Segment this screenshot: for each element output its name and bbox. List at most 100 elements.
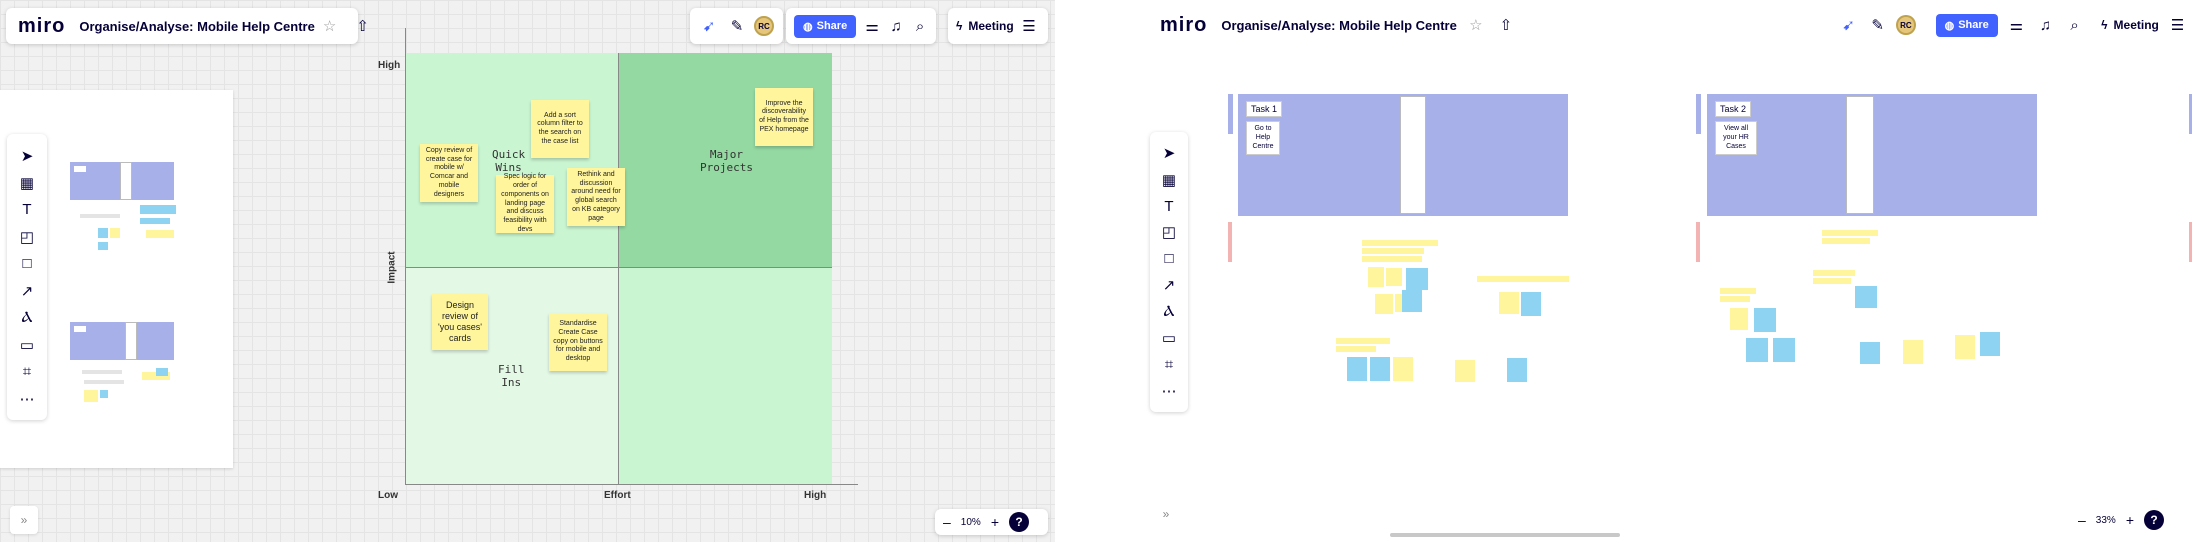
select-icon[interactable]: ➤ [13,142,41,169]
arrow-icon[interactable]: ↗ [13,277,41,304]
search-icon[interactable]: ⌕ [912,15,928,37]
sticky-note[interactable] [1406,268,1428,290]
sticky-note-icon[interactable]: ◰ [13,223,41,250]
sticky-note[interactable] [1507,358,1527,382]
avatar[interactable]: RC [1896,15,1916,35]
pen-icon[interactable]: Ⲁ [13,304,41,331]
sticky-note[interactable] [1368,267,1384,287]
sticky-note[interactable]: Improve the discoverability of Help from… [755,88,813,146]
notifications-icon[interactable]: ♫ [2035,14,2056,36]
board-title[interactable]: Organise/Analyse: Mobile Help Centre [79,19,315,34]
sticky-note[interactable] [1375,294,1393,314]
task-note[interactable]: Go to Help Centre [1246,121,1280,156]
star-icon[interactable]: ☆ [323,15,336,37]
row-marker [1228,94,1233,134]
sticky-note[interactable] [1730,308,1748,330]
sticky-note[interactable] [1746,338,1768,362]
arrow-icon[interactable]: ↗ [1155,272,1183,298]
select-icon[interactable]: ➤ [1155,140,1183,166]
zoom-out-button[interactable]: – [2078,512,2086,528]
expand-panel-button[interactable]: » [10,506,38,534]
sticky-note[interactable]: Design review of 'you cases' cards [432,294,488,350]
observation-highlight [1822,238,1870,244]
sticky-note-icon[interactable]: ◰ [1155,219,1183,245]
miro-logo[interactable]: miro [18,15,65,38]
board-title[interactable]: Organise/Analyse: Mobile Help Centre [1221,18,1457,33]
sticky-note[interactable] [1521,292,1541,316]
meeting-button[interactable]: ϟ Meeting [956,19,1014,33]
help-button[interactable]: ? [2144,510,2164,530]
sticky-note[interactable] [1754,308,1776,332]
text-icon[interactable]: T [1155,193,1183,219]
sticky-note[interactable]: Add a sort column filter to the search o… [531,100,589,158]
task-label[interactable]: Task 1 [1246,101,1283,117]
notes-icon[interactable]: ☰ [2167,14,2188,36]
comment-icon[interactable]: ▭ [13,331,41,358]
sticky-note[interactable]: Standardise Create Case copy on buttons … [549,313,607,371]
creation-toolbar: ➤ ▦ T ◰ □ ↗ Ⲁ ▭ ⌗ ⋯ [7,134,47,420]
task-note[interactable]: View all your HR Cases [1715,121,1757,156]
notifications-icon[interactable]: ♫ [888,15,904,37]
meeting-button[interactable]: ϟ Meeting [2101,18,2159,32]
sticky-note[interactable] [1773,338,1795,362]
observation-highlight [1336,346,1376,352]
zoom-in-button[interactable]: + [2126,512,2134,528]
mini-sticky [110,228,120,238]
text-icon[interactable]: T [13,196,41,223]
task-label[interactable]: Task 2 [1715,101,1752,117]
sticky-note[interactable] [1980,332,2000,356]
cursor-party-icon[interactable]: ✎ [726,15,748,37]
shape-icon[interactable]: □ [1155,246,1183,272]
zoom-out-button[interactable]: – [943,514,951,530]
board-canvas-left[interactable]: miro Organise/Analyse: Mobile Help Centr… [0,0,1055,542]
sticky-note[interactable] [1455,360,1475,382]
settings-sliders-icon[interactable]: ⚌ [864,15,880,37]
share-button[interactable]: ◍ Share [794,14,857,38]
sticky-note[interactable] [1955,335,1975,359]
sticky-note[interactable] [1386,268,1402,286]
search-icon[interactable]: ⌕ [2064,14,2085,36]
sticky-note[interactable] [1860,342,1880,364]
sticky-note[interactable]: Rethink and discussion around need for g… [567,168,625,226]
pen-icon[interactable]: Ⲁ [1155,298,1183,324]
sticky-note[interactable] [1499,292,1519,314]
avatar[interactable]: RC [754,16,774,36]
sticky-note[interactable]: Spec logic for order of components on la… [496,173,554,233]
settings-sliders-icon[interactable]: ⚌ [2006,14,2027,36]
sticky-note[interactable] [1370,357,1390,381]
reactions-icon[interactable]: ➹ [698,15,720,37]
more-icon[interactable]: ⋯ [13,385,41,412]
miro-logo[interactable]: miro [1160,14,1207,37]
sticky-note[interactable]: Copy review of create case for mobile w/… [420,144,478,202]
sticky-note[interactable] [1855,286,1877,308]
x-low-label: Low [378,490,398,501]
upload-icon[interactable]: ⇧ [356,15,369,37]
sticky-note[interactable] [1393,357,1413,381]
sticky-note[interactable] [1903,340,1923,364]
board-canvas-right[interactable]: miro Organise/Analyse: Mobile Help Centr… [1110,0,2192,542]
zoom-level[interactable]: 10% [961,517,981,528]
frame-icon[interactable]: ⌗ [1155,351,1183,377]
comment-icon[interactable]: ▭ [1155,325,1183,351]
mini-sticky [156,368,168,376]
table-icon[interactable]: ▦ [1155,166,1183,192]
zoom-in-button[interactable]: + [991,514,999,530]
expand-panel-button[interactable]: » [1152,500,1180,528]
quadrant-lower-right[interactable] [618,267,832,485]
sticky-note[interactable] [1402,290,1422,312]
more-icon[interactable]: ⋯ [1155,378,1183,404]
table-icon[interactable]: ▦ [13,169,41,196]
zoom-level[interactable]: 33% [2096,515,2116,526]
reactions-icon[interactable]: ➹ [1838,14,1859,36]
help-button[interactable]: ? [1009,512,1029,532]
observation-highlight [1822,230,1878,236]
cursor-party-icon[interactable]: ✎ [1867,14,1888,36]
notes-icon[interactable]: ☰ [1018,15,1040,37]
sticky-note[interactable] [1347,357,1367,381]
star-icon[interactable]: ☆ [1465,14,1487,36]
horizontal-scrollbar[interactable] [1390,533,1620,537]
frame-icon[interactable]: ⌗ [13,358,41,385]
shape-icon[interactable]: □ [13,250,41,277]
share-button[interactable]: ◍ Share [1935,13,1998,37]
upload-icon[interactable]: ⇧ [1495,14,1517,36]
